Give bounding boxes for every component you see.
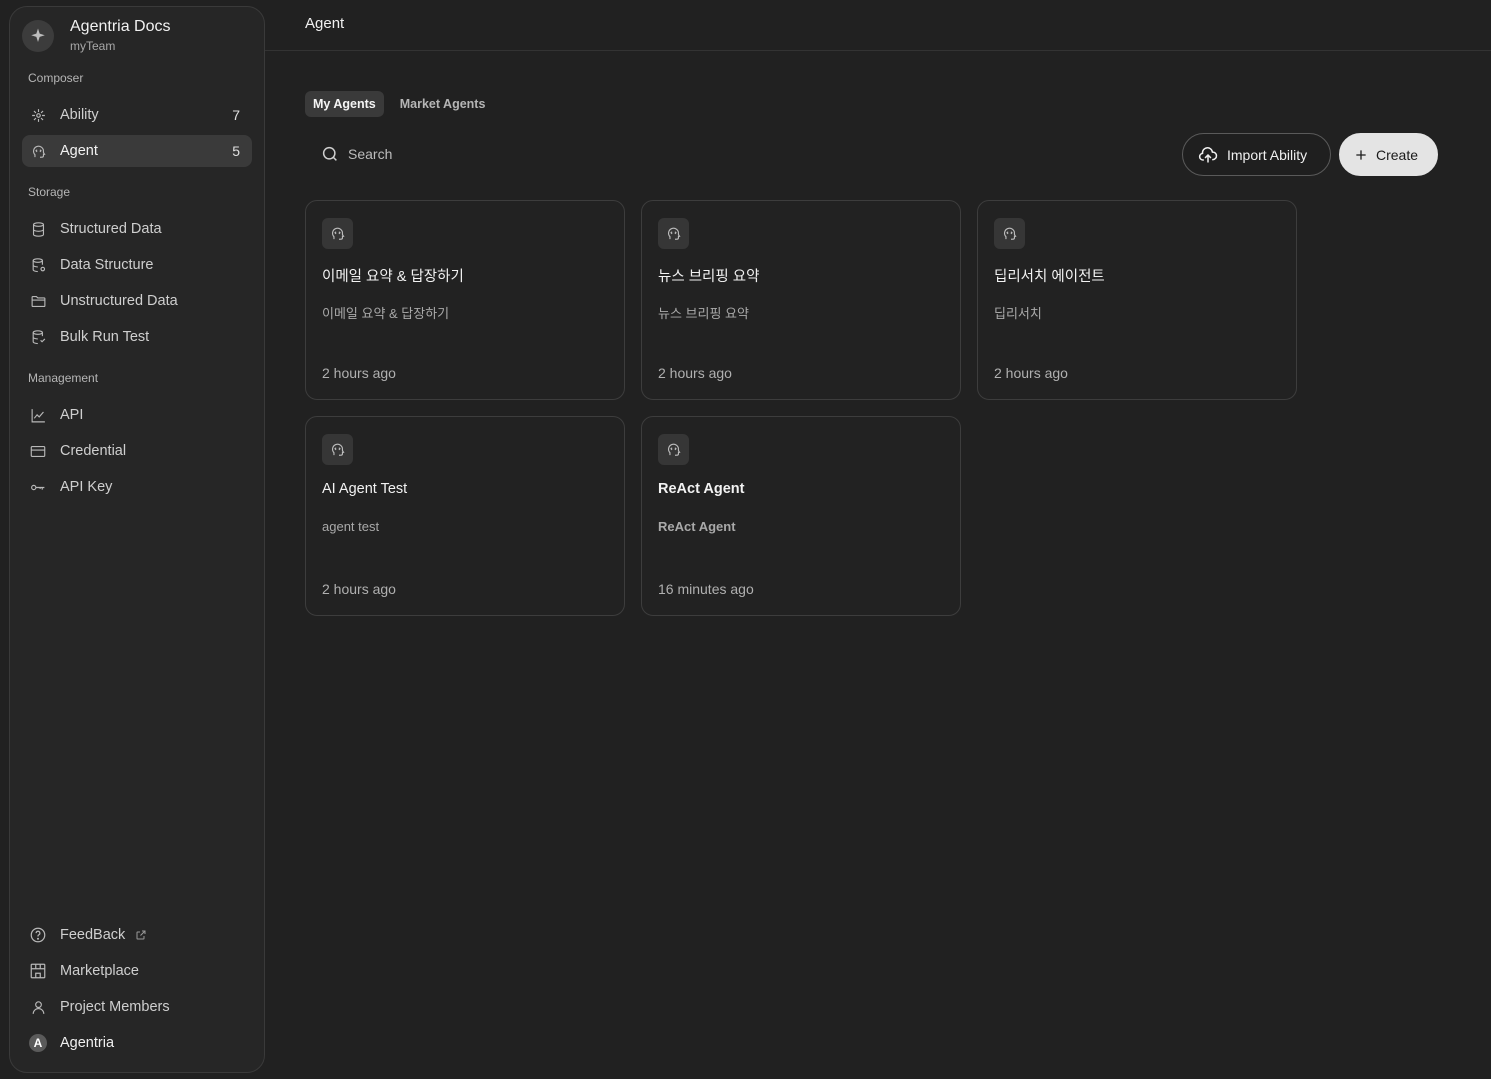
page-title: Agent — [305, 15, 345, 32]
app-root: Agentria Docs myTeam Composer Ability 7 … — [0, 0, 1491, 1079]
agent-card-title: 뉴스 브리핑 요약 — [658, 269, 760, 285]
tab-market-agents[interactable]: Market Agents — [392, 91, 494, 117]
sidebar-item-label: Credential — [60, 443, 127, 459]
sidebar-item-project-members[interactable]: Project Members — [22, 991, 252, 1023]
agent-icon — [658, 218, 689, 249]
sidebar-item-structured-data[interactable]: Structured Data — [22, 213, 252, 245]
create-button[interactable]: Create — [1339, 133, 1438, 176]
sidebar: Agentria Docs myTeam Composer Ability 7 … — [9, 6, 265, 1073]
agent-card-description: 이메일 요약 & 답장하기 — [322, 306, 450, 321]
folder-icon — [29, 292, 47, 310]
agent-card[interactable]: ReAct Agent ReAct Agent 16 minutes ago — [641, 416, 961, 616]
brand-subtitle: myTeam — [70, 39, 116, 53]
agent-card-description: ReAct Agent — [658, 519, 736, 534]
sidebar-item-label: Unstructured Data — [60, 293, 178, 309]
agent-card-description: 딥리서치 — [994, 306, 1042, 321]
agent-count: 5 — [232, 143, 240, 159]
chart-line-icon — [29, 406, 47, 424]
avatar: A — [29, 1034, 47, 1052]
create-label: Create — [1376, 146, 1419, 163]
agent-card-time: 16 minutes ago — [658, 581, 754, 597]
sidebar-item-agent[interactable]: Agent 5 — [22, 135, 252, 167]
sparkle-icon — [22, 19, 54, 52]
agent-card-time: 2 hours ago — [994, 365, 1068, 381]
agent-tabs: My Agents Market Agents — [305, 91, 493, 117]
sidebar-item-label: Project Members — [60, 999, 170, 1015]
sidebar-item-label: Data Structure — [60, 257, 154, 273]
search-input[interactable] — [348, 146, 588, 162]
sidebar-item-label: Agentria — [60, 1035, 115, 1051]
agent-card-title: AI Agent Test — [322, 481, 408, 497]
ability-count: 7 — [232, 107, 240, 123]
tab-my-agents[interactable]: My Agents — [305, 91, 384, 117]
agent-icon — [994, 218, 1025, 249]
external-link-icon — [135, 929, 147, 941]
sidebar-item-unstructured-data[interactable]: Unstructured Data — [22, 285, 252, 317]
sidebar-item-api-key[interactable]: API Key — [22, 471, 252, 503]
sidebar-item-feedback[interactable]: FeedBack — [22, 919, 252, 951]
plus-icon — [1354, 148, 1368, 162]
agent-icon — [322, 218, 353, 249]
cloud-upload-icon — [1197, 145, 1219, 165]
agent-card-title: 이메일 요약 & 답장하기 — [322, 269, 464, 285]
agent-card-time: 2 hours ago — [322, 581, 396, 597]
search-bar — [305, 137, 605, 171]
sidebar-item-api[interactable]: API — [22, 399, 252, 431]
brand-title: Agentria Docs — [70, 18, 171, 35]
sidebar-item-data-structure[interactable]: Data Structure — [22, 249, 252, 281]
credit-card-icon — [29, 442, 47, 460]
sidebar-item-account[interactable]: A Agentria — [22, 1027, 252, 1059]
header: Agent — [265, 0, 1491, 51]
agent-card-time: 2 hours ago — [322, 365, 396, 381]
sidebar-item-ability[interactable]: Ability 7 — [22, 99, 252, 131]
store-icon — [29, 962, 47, 980]
agent-card-time: 2 hours ago — [658, 365, 732, 381]
sidebar-item-label: Ability — [60, 107, 99, 123]
section-label-management: Management — [28, 371, 99, 385]
import-ability-button[interactable]: Import Ability — [1182, 133, 1331, 176]
database-test-icon — [29, 328, 47, 346]
sidebar-item-label: Structured Data — [60, 221, 162, 237]
agent-card-description: agent test — [322, 519, 380, 534]
agent-card[interactable]: 딥리서치 에이전트 딥리서치 2 hours ago — [977, 200, 1297, 400]
user-icon — [29, 998, 47, 1016]
import-ability-label: Import Ability — [1227, 146, 1308, 163]
sidebar-item-label: Agent — [60, 143, 98, 159]
agent-card[interactable]: AI Agent Test agent test 2 hours ago — [305, 416, 625, 616]
agent-card-description: 뉴스 브리핑 요약 — [658, 306, 749, 321]
agent-card[interactable]: 뉴스 브리핑 요약 뉴스 브리핑 요약 2 hours ago — [641, 200, 961, 400]
agent-card[interactable]: 이메일 요약 & 답장하기 이메일 요약 & 답장하기 2 hours ago — [305, 200, 625, 400]
sidebar-item-credential[interactable]: Credential — [22, 435, 252, 467]
section-label-storage: Storage — [28, 185, 71, 199]
agent-icon — [29, 142, 47, 160]
agent-icon — [658, 434, 689, 465]
brand[interactable]: Agentria Docs myTeam — [22, 17, 171, 54]
section-label-composer: Composer — [28, 71, 84, 85]
sidebar-item-label: API Key — [60, 479, 113, 495]
agent-card-title: 딥리서치 에이전트 — [994, 269, 1105, 285]
ability-icon — [29, 106, 47, 124]
database-schema-icon — [29, 256, 47, 274]
key-icon — [29, 478, 47, 496]
database-icon — [29, 220, 47, 238]
sidebar-item-label: FeedBack — [60, 927, 126, 943]
help-circle-icon — [29, 926, 47, 944]
sidebar-item-label: Bulk Run Test — [60, 329, 150, 345]
sidebar-item-label: API — [60, 407, 84, 423]
sidebar-item-bulk-run-test[interactable]: Bulk Run Test — [22, 321, 252, 353]
agent-card-title: ReAct Agent — [658, 481, 745, 497]
sidebar-item-marketplace[interactable]: Marketplace — [22, 955, 252, 987]
search-icon — [321, 145, 339, 163]
agent-icon — [322, 434, 353, 465]
sidebar-item-label: Marketplace — [60, 963, 139, 979]
